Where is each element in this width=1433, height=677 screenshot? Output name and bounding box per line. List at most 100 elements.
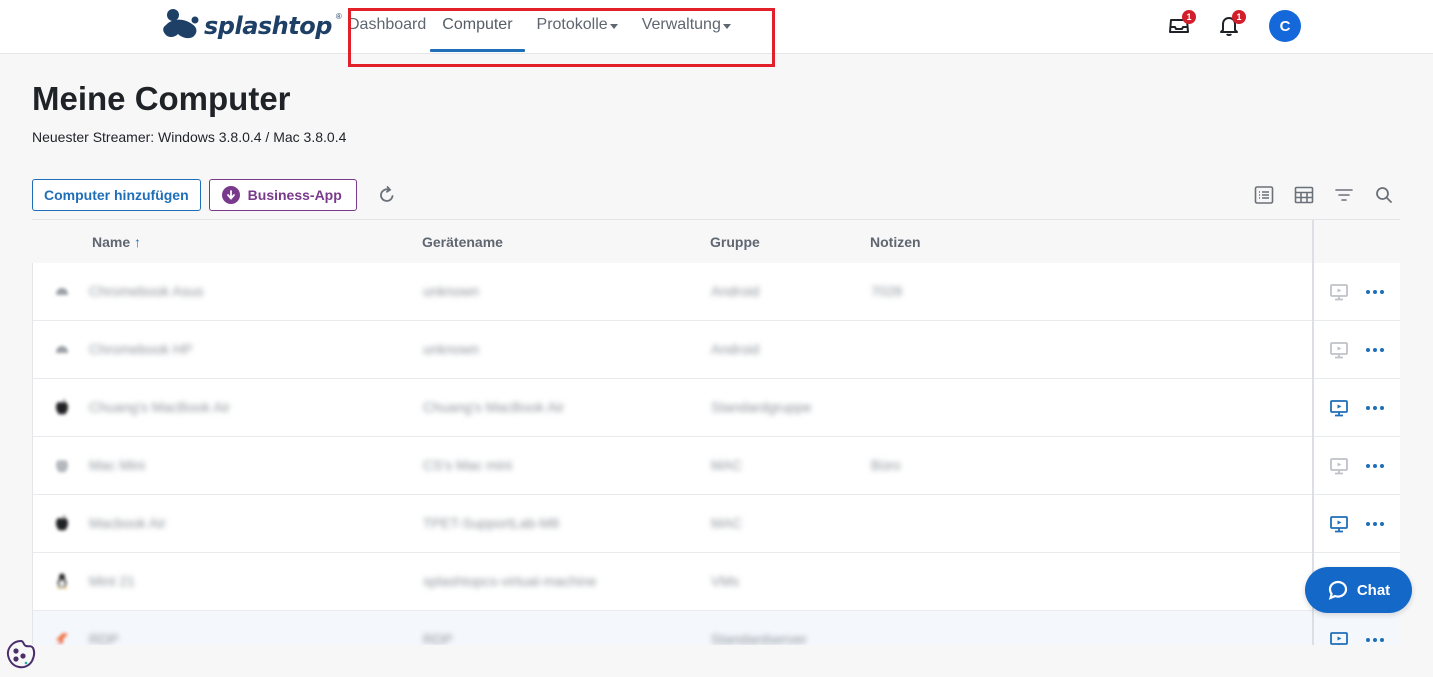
cell-computer-name[interactable]: Mac Mini xyxy=(89,457,145,473)
cell-group: MAC xyxy=(711,457,743,473)
more-options-button[interactable] xyxy=(1366,405,1384,410)
connect-button[interactable] xyxy=(1328,397,1350,419)
inbox-badge: 1 xyxy=(1182,10,1196,24)
table-row[interactable]: Chromebook Asus unknown Android 7028 xyxy=(32,263,1400,321)
nav-verwaltung-label: Verwaltung xyxy=(641,16,721,33)
row-actions xyxy=(1315,321,1400,378)
android-os-icon xyxy=(53,282,71,300)
column-header-name[interactable]: Name ↑ xyxy=(92,234,141,250)
more-dots-icon xyxy=(1380,637,1384,642)
chevron-down-icon xyxy=(722,24,731,29)
cell-device-name: unknown xyxy=(423,283,480,299)
search-button[interactable] xyxy=(1372,183,1396,207)
chat-label: Chat xyxy=(1356,581,1391,599)
remote-connect-icon xyxy=(1330,283,1348,300)
brand-name: splashtop xyxy=(204,12,332,40)
cell-device-name: splashtopcs-virtual-machine xyxy=(423,573,597,589)
refresh-icon xyxy=(379,186,394,202)
nav-dashboard[interactable]: Dashboard xyxy=(348,0,442,54)
table-header: Name ↑ Gerätename Gruppe Notizen xyxy=(32,220,1400,263)
cell-computer-name[interactable]: Mint 21 xyxy=(89,573,135,589)
cell-group: MAC xyxy=(711,515,743,531)
list-view-button[interactable] xyxy=(1252,183,1276,207)
cell-computer-name[interactable]: Macbook Air xyxy=(89,515,166,531)
row-actions xyxy=(1315,437,1400,494)
column-header-notes[interactable]: Notizen xyxy=(870,234,921,250)
view-options xyxy=(1252,183,1396,207)
column-header-group[interactable]: Gruppe xyxy=(710,234,760,250)
connect-button[interactable] xyxy=(1328,629,1350,645)
cell-group: Standardserver xyxy=(711,631,807,645)
more-dots-icon xyxy=(1373,347,1377,352)
cell-computer-name[interactable]: RDP xyxy=(89,631,119,645)
notifications-button[interactable]: 1 xyxy=(1215,10,1246,42)
notifications-badge: 1 xyxy=(1232,10,1246,24)
android-os-icon xyxy=(53,340,71,358)
more-dots-icon xyxy=(1380,521,1384,526)
rdp-os-icon xyxy=(53,630,71,645)
nav-computer[interactable]: Computer xyxy=(430,0,525,54)
grid-view-button[interactable] xyxy=(1292,183,1316,207)
refresh-button[interactable] xyxy=(375,183,399,207)
cookie-settings-button[interactable] xyxy=(4,637,38,671)
more-dots-icon xyxy=(1380,463,1384,468)
sort-ascending-icon: ↑ xyxy=(134,234,142,250)
cell-computer-name[interactable]: Chuang's MacBook Air xyxy=(89,399,230,415)
cell-notes: 7028 xyxy=(871,283,903,299)
main-nav: Dashboard Computer Protokolle Verwaltung xyxy=(348,0,743,54)
chevron-down-icon xyxy=(609,24,618,29)
cell-device-name: RDP xyxy=(423,631,453,645)
inbox-button[interactable]: 1 xyxy=(1165,10,1196,42)
nav-protokolle-label: Protokolle xyxy=(536,16,608,33)
nav-verwaltung[interactable]: Verwaltung xyxy=(642,0,743,54)
more-options-button[interactable] xyxy=(1366,521,1384,526)
column-name-label: Name xyxy=(92,234,131,250)
more-options-button[interactable] xyxy=(1366,347,1384,352)
apple-os-icon xyxy=(53,514,71,532)
more-dots-icon xyxy=(1373,521,1377,526)
cell-notes: Büro xyxy=(871,457,901,473)
nav-protokolle[interactable]: Protokolle xyxy=(537,0,642,54)
table-row[interactable]: Chromebook HP unknown Android xyxy=(32,321,1400,379)
cell-group: Android xyxy=(711,283,760,299)
page-bottom-area xyxy=(0,645,1433,677)
more-dots-icon xyxy=(1366,289,1370,294)
table-row[interactable]: Mint 21 splashtopcs-virtual-machine VMs xyxy=(32,553,1400,611)
user-avatar[interactable]: C xyxy=(1269,10,1301,42)
business-app-button[interactable]: Business-App xyxy=(208,179,357,211)
column-header-device[interactable]: Gerätename xyxy=(422,234,503,250)
chat-button[interactable]: Chat xyxy=(1305,567,1412,613)
search-icon xyxy=(1376,187,1392,203)
more-options-button[interactable] xyxy=(1366,289,1384,294)
cell-computer-name[interactable]: Chromebook HP xyxy=(89,341,193,357)
connect-button[interactable] xyxy=(1328,339,1350,361)
more-dots-icon xyxy=(1366,521,1370,526)
row-actions xyxy=(1315,611,1400,645)
registered-mark: ® xyxy=(335,11,342,21)
filter-button[interactable] xyxy=(1332,183,1356,207)
cookie-icon xyxy=(6,639,36,669)
grid-view-icon xyxy=(1294,186,1314,204)
connect-button[interactable] xyxy=(1328,455,1350,477)
table-row[interactable]: RDP RDP Standardserver xyxy=(32,611,1400,645)
more-dots-icon xyxy=(1380,405,1384,410)
cell-group: VMs xyxy=(711,573,739,589)
header-actions: 1 1 C xyxy=(1165,10,1301,42)
splashtop-logo[interactable]: splashtop ® xyxy=(162,8,342,44)
cell-computer-name[interactable]: Chromebook Asus xyxy=(89,283,203,299)
splashtop-logo-icon xyxy=(163,9,199,39)
more-dots-icon xyxy=(1366,347,1370,352)
more-options-button[interactable] xyxy=(1366,637,1384,642)
add-computer-button[interactable]: Computer hinzufügen xyxy=(32,179,201,211)
more-options-button[interactable] xyxy=(1366,463,1384,468)
table-row[interactable]: Macbook Air TPET-SupportLab-M8 MAC xyxy=(32,495,1400,553)
filter-icon xyxy=(1335,189,1353,201)
table-row[interactable]: Mac Mini CS's Mac mini MAC Büro xyxy=(32,437,1400,495)
connect-button[interactable] xyxy=(1328,513,1350,535)
streamer-version-info: Neuester Streamer: Windows 3.8.0.4 / Mac… xyxy=(32,129,347,145)
cell-device-name: CS's Mac mini xyxy=(423,457,513,473)
connect-button[interactable] xyxy=(1328,281,1350,303)
download-icon xyxy=(221,186,240,204)
remote-connect-icon xyxy=(1330,515,1348,532)
table-row[interactable]: Chuang's MacBook Air Chuang's MacBook Air… xyxy=(32,379,1400,437)
